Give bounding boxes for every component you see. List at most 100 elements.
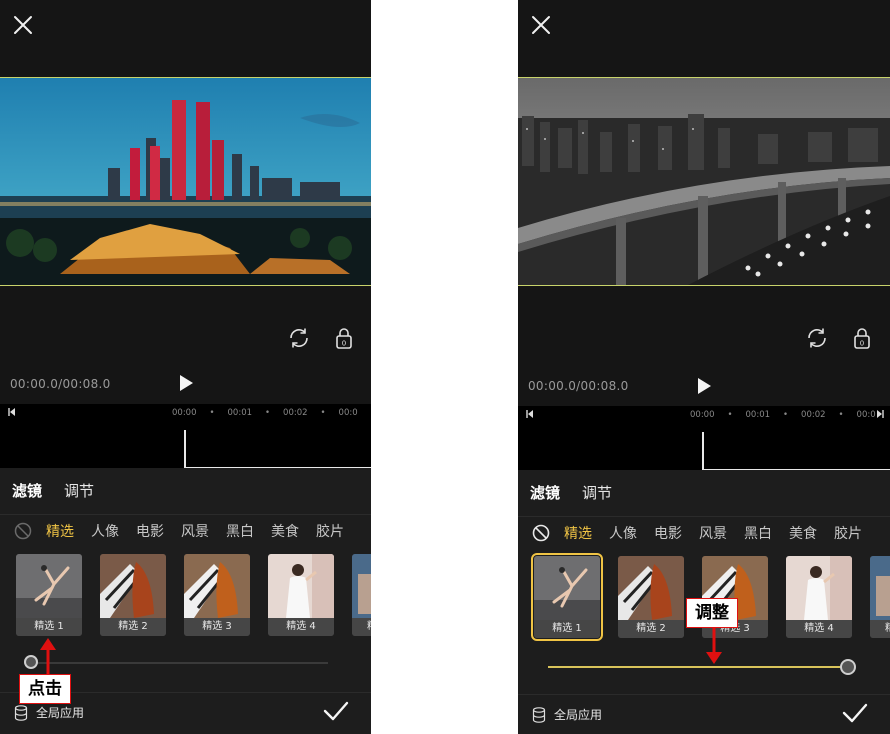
category-bw[interactable]: 黑白 [226,521,254,541]
thumb-label: 精选 1 [534,620,600,638]
filter-thumb-2[interactable]: 精选 2 [618,556,684,638]
global-apply-label: 全局应用 [36,706,85,720]
partial-image [870,556,890,620]
girl-image [268,554,334,618]
filter-categories: 精选 人像 电影 风景 黑白 美食 胶片 [14,520,361,542]
check-icon[interactable] [323,700,349,722]
skip-start-icon[interactable] [8,408,16,416]
category-film[interactable]: 胶片 [834,523,862,543]
category-featured[interactable]: 精选 [46,521,74,541]
divider [0,514,371,515]
category-food[interactable]: 美食 [789,523,817,543]
rotate-icon[interactable] [805,326,829,350]
thumb-label: 精 [352,618,371,636]
ruler-tick: 00:02 [801,410,826,420]
thumb-label: 精选 1 [16,618,82,636]
svg-text:0: 0 [342,340,346,348]
filter-thumb-1[interactable]: 精选 1 [16,554,82,636]
intensity-slider-knob[interactable] [24,655,38,669]
check-icon[interactable] [842,702,868,724]
global-apply-label: 全局应用 [554,708,603,722]
category-portrait[interactable]: 人像 [91,521,119,541]
intensity-slider-track[interactable] [28,662,328,664]
global-apply[interactable]: 全局应用 [14,704,84,721]
dancer-image [534,556,600,620]
filter-thumb-1[interactable]: 精选 1 [531,553,603,641]
ruler-dot: • [265,408,271,418]
partial-image [352,554,371,618]
filter-thumb-5[interactable]: 精 [870,556,890,638]
tab-adjust[interactable]: 调节 [64,480,94,501]
girl-image [786,556,852,620]
no-filter-icon[interactable] [532,524,550,542]
filter-categories: 精选 人像 电影 风景 黑白 美食 胶片 [532,522,879,544]
lock-icon[interactable]: 0 [850,326,874,350]
timeline[interactable]: 00:00 • 00:01 • 00:02 • 00:0 [0,404,371,470]
category-movie[interactable]: 电影 [654,523,682,543]
callout-click: 点击 [19,674,71,704]
close-icon[interactable] [12,14,34,36]
category-portrait[interactable]: 人像 [609,523,637,543]
filter-thumb-3[interactable]: 精选 3 [184,554,250,636]
category-landscape[interactable]: 风景 [181,521,209,541]
left-phone-screen: 0 00:00.0/00:08.0 00:00 • 00:01 • 00:02 … [0,0,371,734]
database-icon [14,704,28,721]
category-bw[interactable]: 黑白 [744,523,772,543]
filter-thumbnails: 精选 1 精选 2 精选 3 精选 4 精 [16,554,371,636]
time-readout: 00:00.0/00:08.0 [10,377,111,391]
tab-filter[interactable]: 滤镜 [12,480,42,501]
thumb-label: 精选 4 [786,620,852,638]
filter-thumb-5[interactable]: 精 [352,554,371,636]
play-icon[interactable] [696,377,712,395]
ruler-dot: • [838,410,844,420]
filter-thumb-2[interactable]: 精选 2 [100,554,166,636]
timeline[interactable]: 00:00 • 00:01 • 00:02 • 00:0 [518,406,890,472]
thumb-label: 精选 4 [268,618,334,636]
fashion-image [100,554,166,618]
skip-end-icon[interactable] [876,410,884,418]
intensity-slider-knob[interactable] [840,659,856,675]
thumb-label: 精选 2 [100,618,166,636]
playhead[interactable] [702,432,704,472]
play-icon[interactable] [178,374,194,392]
filter-thumb-4[interactable]: 精选 4 [268,554,334,636]
ruler-dot: • [209,408,215,418]
intensity-slider-track[interactable] [548,666,848,668]
ruler-tick: 00:00 [172,408,197,418]
time-readout: 00:00.0/00:08.0 [528,379,629,393]
video-preview [0,77,371,286]
no-filter-icon[interactable] [14,522,32,540]
category-film[interactable]: 胶片 [316,521,344,541]
tab-adjust[interactable]: 调节 [582,482,612,503]
category-food[interactable]: 美食 [271,521,299,541]
arrow-down-icon [706,628,722,664]
category-movie[interactable]: 电影 [136,521,164,541]
rotate-icon[interactable] [287,326,311,350]
video-preview [518,77,890,286]
playhead[interactable] [184,430,186,470]
callout-adjust: 调整 [686,598,738,628]
thumb-label: 精 [870,620,890,638]
category-featured[interactable]: 精选 [564,523,592,543]
arrow-up-icon [40,638,56,676]
ruler-tick: 00:0 [856,410,876,420]
lock-icon[interactable]: 0 [332,326,356,350]
ruler-dot: • [727,410,733,420]
panel-tabs: 滤镜 调节 [530,482,612,503]
ruler-tick: 00:0 [338,408,358,418]
ruler-tick: 00:01 [745,410,771,420]
ruler-tick: 00:02 [283,408,308,418]
timeline-ruler: 00:00 • 00:01 • 00:02 • 00:0 [690,408,876,422]
tab-filter[interactable]: 滤镜 [530,482,560,503]
filter-thumb-4[interactable]: 精选 4 [786,556,852,638]
ruler-tick: 00:00 [690,410,715,420]
category-landscape[interactable]: 风景 [699,523,727,543]
thumb-label: 精选 2 [618,620,684,638]
city-bw-image [518,78,890,285]
divider [518,516,890,517]
close-icon[interactable] [530,14,552,36]
skip-start-icon[interactable] [526,410,534,418]
city-color-image [0,78,371,285]
svg-text:0: 0 [860,340,864,348]
global-apply[interactable]: 全局应用 [532,706,602,723]
